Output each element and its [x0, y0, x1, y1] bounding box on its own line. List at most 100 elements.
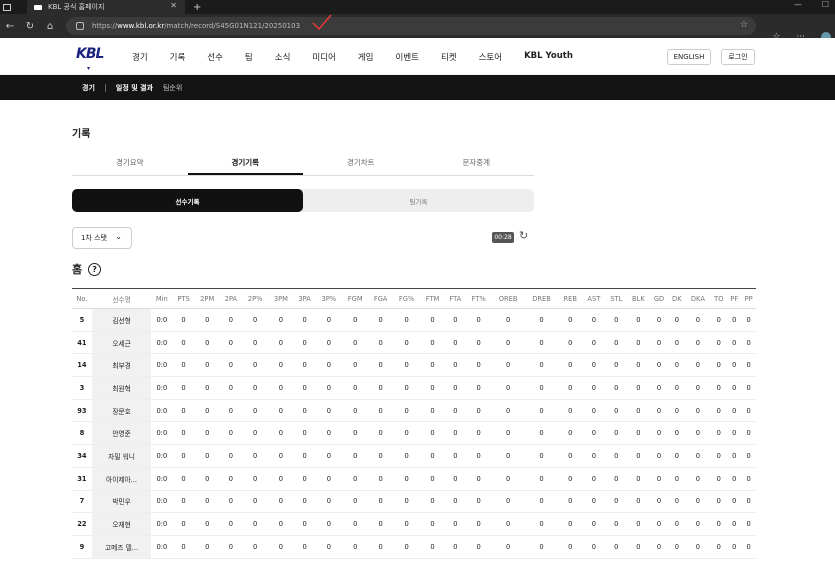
nav-item-event[interactable]: 이벤트 — [396, 51, 419, 63]
quarter-select[interactable]: 1차 스탯 ⌄ — [72, 227, 132, 249]
player-name[interactable]: 장문호 — [91, 399, 152, 423]
player-name[interactable]: 최원혁 — [91, 376, 152, 400]
stat-cell: 0 — [444, 399, 466, 423]
column-header: 3PM — [268, 288, 294, 309]
team-record-button[interactable]: 팀기록 — [303, 189, 534, 212]
stat-cell: 0 — [558, 421, 583, 446]
nav-item-player[interactable]: 선수 — [207, 51, 223, 63]
nav-item-game-events[interactable]: 게임 — [358, 51, 374, 63]
minimize-icon[interactable]: — — [794, 0, 802, 9]
nav-item-ticket[interactable]: 티켓 — [441, 51, 457, 63]
refresh-icon[interactable]: ↻ — [519, 229, 528, 242]
stat-cell: 0 — [741, 512, 756, 536]
new-tab-icon[interactable]: + — [193, 2, 201, 13]
tab-game-record[interactable]: 경기기록 — [187, 154, 303, 175]
stat-cell: 0 — [194, 308, 220, 332]
column-header: OREB — [491, 288, 525, 309]
stat-cell: 0 — [219, 399, 243, 423]
site-info-icon[interactable] — [76, 22, 84, 30]
maximize-icon[interactable]: ☐ — [822, 0, 829, 9]
nav-item-media[interactable]: 미디어 — [312, 51, 335, 63]
stat-cell: 0 — [710, 399, 728, 423]
stat-cell: 0 — [392, 308, 421, 332]
stat-cell: 0 — [649, 421, 669, 446]
player-name[interactable]: 오세근 — [91, 331, 152, 355]
tab-game-chart[interactable]: 경기차트 — [303, 154, 419, 175]
home-icon[interactable]: ⌂ — [40, 21, 60, 32]
player-record-button[interactable]: 선수기록 — [72, 189, 303, 212]
stat-cell: 0 — [668, 308, 686, 332]
stat-cell: 0 — [293, 467, 316, 491]
help-icon[interactable]: ? — [88, 262, 102, 276]
stat-cell: 0 — [341, 308, 369, 332]
subnav-schedule-results[interactable]: 일정 및 결과 — [116, 83, 153, 93]
stat-cell: 0 — [315, 353, 342, 378]
browser-tab[interactable]: KBL 공식 홈페이지 ✕ — [27, 0, 185, 14]
stat-cell: 0 — [194, 535, 220, 559]
player-name[interactable]: 자밀 워니 — [91, 444, 152, 468]
stat-cell: 0 — [465, 535, 492, 559]
nav-item-game[interactable]: 경기 — [132, 51, 148, 63]
stat-cell: 0 — [392, 331, 421, 355]
close-tab-icon[interactable]: ✕ — [170, 1, 177, 10]
tab-game-summary[interactable]: 경기요약 — [72, 154, 188, 175]
nav-item-record[interactable]: 기록 — [170, 51, 186, 63]
url-field[interactable]: https:// www.kbl.or.kr /match/record/S45… — [66, 17, 756, 35]
favorite-star-icon[interactable]: ☆ — [740, 20, 748, 30]
stat-cell: 0 — [242, 535, 269, 559]
nav-item-youth[interactable]: KBL Youth — [524, 51, 573, 63]
player-name[interactable]: 아이제아... — [91, 467, 152, 491]
english-button[interactable]: ENGLISH — [667, 49, 711, 65]
kbl-logo[interactable]: KBL ▾ — [76, 46, 104, 72]
subnav-standings[interactable]: 팀순위 — [163, 83, 182, 93]
column-header: 3P% — [315, 288, 342, 309]
stat-cell: 0 — [649, 331, 669, 355]
player-name[interactable]: 안영준 — [91, 421, 152, 446]
stat-cell: 0 — [465, 421, 492, 446]
minutes-cell: 0:0 — [151, 512, 173, 536]
address-bar: ← ↻ ⌂ https:// www.kbl.or.kr /match/reco… — [0, 14, 835, 42]
minutes-cell: 0:0 — [151, 467, 173, 491]
player-number: 34 — [72, 444, 92, 468]
stat-cell: 0 — [582, 376, 606, 400]
sub-nav: 경기 일정 및 결과 팀순위 — [0, 75, 835, 100]
nav-item-news[interactable]: 소식 — [275, 51, 291, 63]
stat-cell: 0 — [341, 467, 369, 491]
back-icon[interactable]: ← — [0, 21, 20, 32]
stat-cell: 0 — [242, 308, 269, 332]
tab-text-broadcast[interactable]: 문자중계 — [419, 154, 535, 175]
column-header: Min — [151, 288, 173, 309]
player-name[interactable]: 박민우 — [91, 490, 152, 514]
subnav-section[interactable]: 경기 — [82, 83, 95, 93]
stat-cell: 0 — [268, 467, 294, 491]
stat-cell: 0 — [315, 512, 342, 536]
stat-cell: 0 — [524, 512, 559, 536]
player-name[interactable]: 최부경 — [91, 353, 152, 378]
stat-cell: 0 — [392, 444, 421, 468]
stat-cell: 0 — [444, 331, 466, 355]
player-name[interactable]: 오재현 — [91, 512, 152, 536]
player-name[interactable]: 고메즈 델... — [91, 535, 152, 559]
stat-cell: 0 — [293, 512, 316, 536]
stat-cell: 0 — [341, 353, 369, 378]
reload-icon[interactable]: ↻ — [20, 21, 40, 32]
table-row: 9 고메즈 델... 0:0 0 0 0 0 0 0 0 0 0 0 0 0 0 0 0 0 0 0 0 0 0 0 0 0 0 — [72, 535, 756, 559]
stat-cell: 0 — [465, 376, 492, 400]
window-menu-icon[interactable] — [3, 3, 11, 11]
stat-cell: 0 — [627, 308, 650, 332]
stat-cell: 0 — [444, 535, 466, 559]
player-number: 41 — [72, 331, 92, 355]
stat-cell: 0 — [341, 331, 369, 355]
stat-cell: 0 — [368, 535, 393, 559]
nav-item-store[interactable]: 스토어 — [479, 51, 502, 63]
stat-cell: 0 — [727, 308, 742, 332]
stat-cell: 0 — [420, 490, 445, 514]
login-button[interactable]: 로그인 — [721, 49, 755, 65]
stat-cell: 0 — [491, 376, 525, 400]
stat-cell: 0 — [172, 467, 195, 491]
nav-item-team[interactable]: 팀 — [245, 51, 253, 63]
minutes-cell: 0:0 — [151, 421, 173, 446]
table-row: 5 김선형 0:0 0 0 0 0 0 0 0 0 0 0 0 0 0 0 0 0 0 0 0 0 0 0 0 0 0 — [72, 308, 756, 332]
player-number: 14 — [72, 353, 92, 378]
player-name[interactable]: 김선형 — [91, 308, 152, 332]
